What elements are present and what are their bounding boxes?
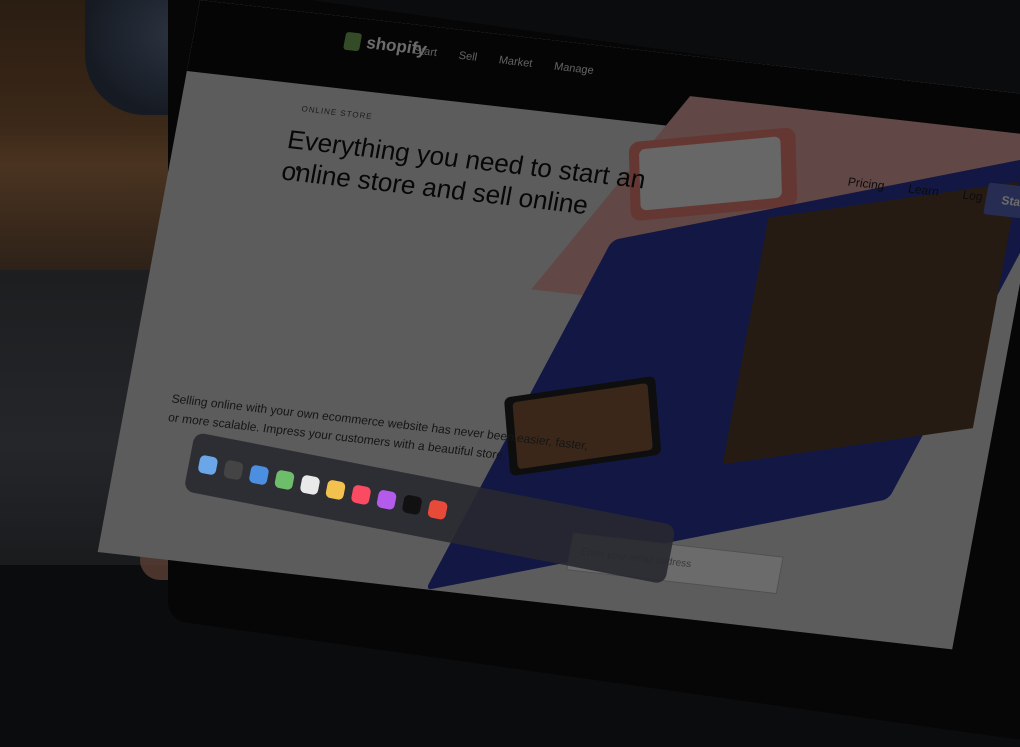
tv-icon[interactable]	[401, 494, 423, 516]
shopping-bag-icon	[343, 31, 363, 52]
mouse-cursor	[296, 166, 301, 171]
main-nav: Start Sell Market Manage	[413, 45, 595, 77]
desk-collection-screen	[722, 181, 1019, 465]
phone-screen	[638, 136, 783, 211]
messages-icon[interactable]	[273, 469, 296, 491]
hero-headline: Everything you need to start an online s…	[279, 124, 649, 221]
nav-start[interactable]: Start	[413, 45, 438, 59]
finder-icon[interactable]	[197, 454, 219, 476]
nav-market[interactable]: Market	[498, 54, 534, 70]
news-icon[interactable]	[427, 499, 449, 521]
phone-mockup	[628, 126, 798, 222]
eyebrow-label: ONLINE STORE	[300, 104, 374, 122]
music-icon[interactable]	[350, 484, 372, 506]
podcasts-icon[interactable]	[376, 489, 398, 511]
nav-manage[interactable]: Manage	[553, 61, 595, 77]
launchpad-icon[interactable]	[222, 459, 245, 481]
photos-icon[interactable]	[299, 474, 321, 496]
notes-icon[interactable]	[324, 479, 347, 501]
nav-sell[interactable]: Sell	[458, 50, 478, 64]
safari-icon[interactable]	[248, 464, 270, 486]
